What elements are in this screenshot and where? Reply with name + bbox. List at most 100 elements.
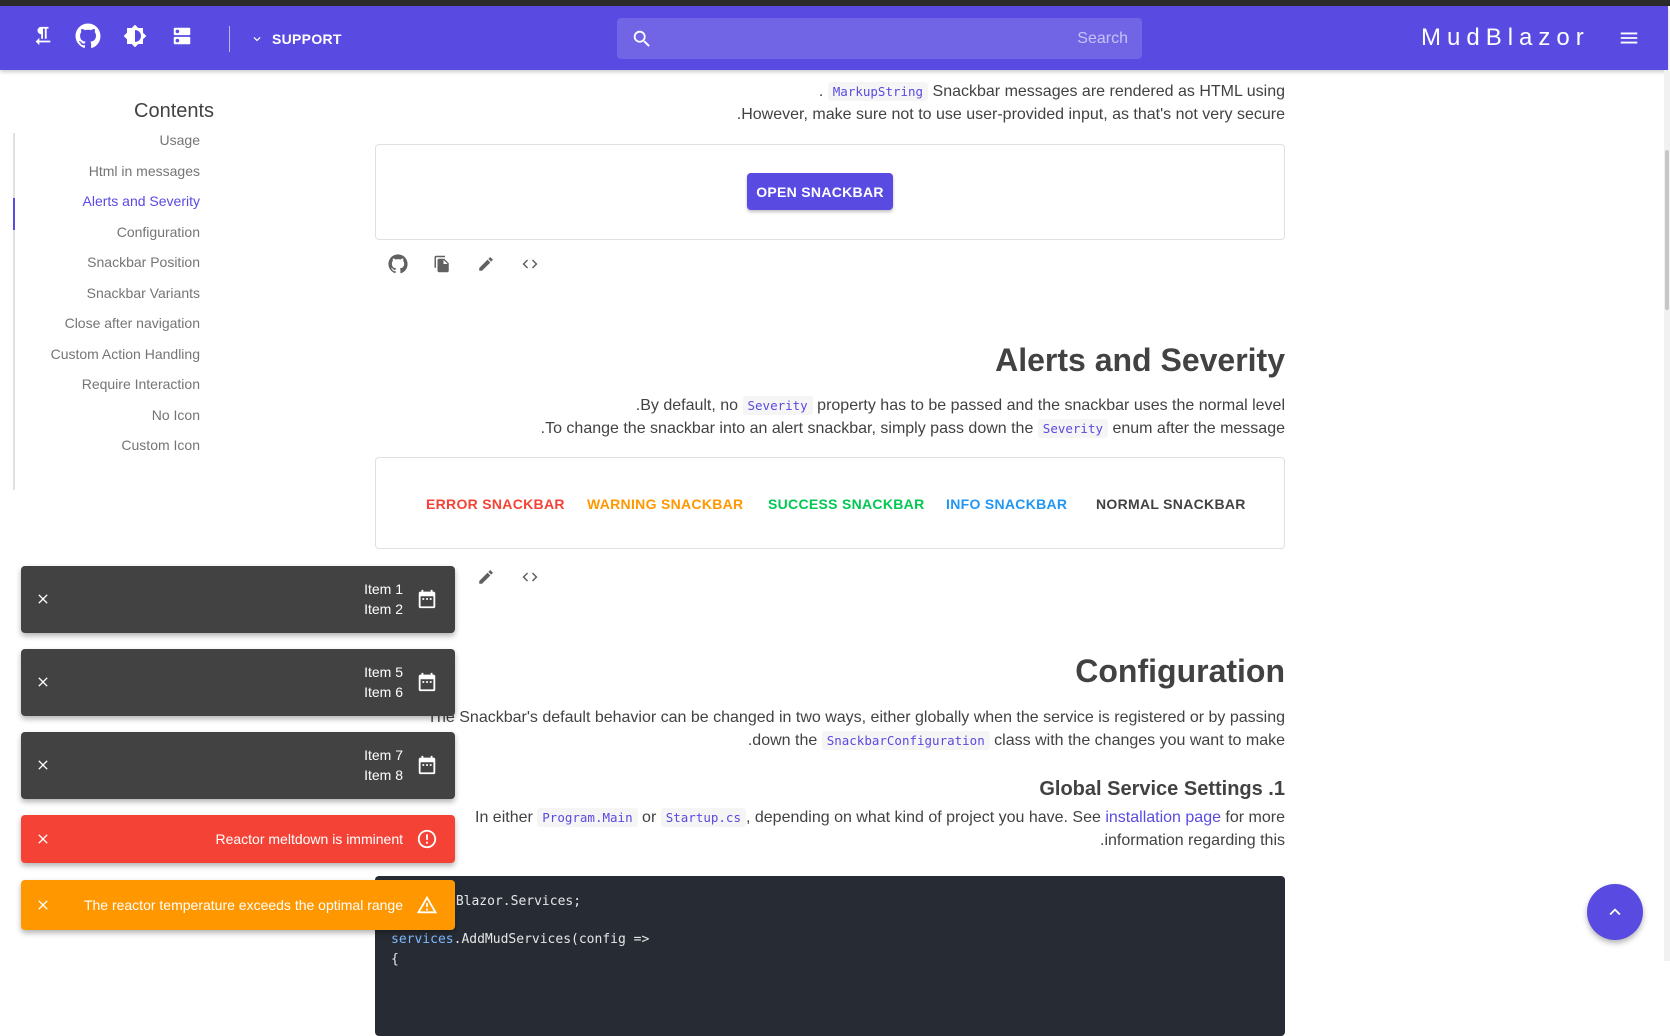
config-description-line4: .information regarding this — [1100, 832, 1285, 849]
installation-page-link[interactable]: installation page — [1105, 809, 1221, 826]
html-example-card: OPEN SNACKBAR — [375, 144, 1285, 240]
toc-item-snackbar-variants[interactable]: Snackbar Variants — [87, 285, 200, 301]
snackbar-line: Item 5 — [364, 664, 403, 680]
snackbar: Item 1 Item 2 — [21, 566, 455, 633]
html-description-line2: .However, make sure not to use user-prov… — [736, 106, 1285, 123]
github-button[interactable] — [70, 20, 106, 56]
toc-item-custom-action-handling[interactable]: Custom Action Handling — [51, 346, 200, 362]
text-direction-icon — [32, 25, 54, 52]
toc-title: Contents — [134, 100, 215, 122]
copy-icon — [434, 255, 449, 273]
text: property has to be passed and the snackb… — [812, 397, 1285, 414]
alerts-description-line1: .By default, no Severity property has to… — [636, 394, 1285, 418]
toc-item-html-in-messages[interactable]: Html in messages — [89, 163, 200, 179]
chevron-down-icon — [253, 37, 261, 42]
warning-icon — [415, 893, 439, 917]
support-menu-button[interactable]: SUPPORT — [250, 26, 342, 52]
code-token: services — [391, 932, 454, 947]
error-outline-icon — [415, 827, 439, 851]
show-code-button[interactable] — [512, 246, 548, 282]
brand-title[interactable]: MudBlazor — [1421, 24, 1590, 52]
theme-toggle-button[interactable] — [117, 20, 153, 56]
support-label: SUPPORT — [272, 31, 342, 47]
text: .To change the snackbar into an alert sn… — [540, 420, 1038, 437]
search-icon — [631, 28, 653, 55]
snackbar-close-button[interactable] — [31, 587, 55, 611]
code-markupstring: MarkupString — [827, 82, 929, 101]
text: enum after the message — [1108, 420, 1285, 437]
calendar-icon — [415, 753, 439, 777]
view-source-github-button[interactable] — [380, 246, 416, 282]
show-code-button[interactable] — [512, 559, 548, 595]
global-service-settings-title: Global Service Settings .1 — [1039, 778, 1285, 800]
toc-active-indicator — [13, 198, 15, 230]
snackbar-message: Item 7 Item 8 — [364, 745, 403, 785]
open-snackbar-button[interactable]: OPEN SNACKBAR — [747, 173, 893, 210]
snackbar-close-button[interactable] — [31, 753, 55, 777]
text: for more — [1220, 809, 1285, 826]
normal-snackbar-button[interactable]: NORMAL SNACKBAR — [1096, 496, 1246, 512]
code-severity: Severity — [742, 396, 813, 415]
alerts-description-line2: .To change the snackbar into an alert sn… — [541, 417, 1285, 441]
code-icon — [522, 572, 538, 582]
edit-code-button[interactable] — [468, 559, 504, 595]
snackbar-line: Item 1 — [364, 581, 403, 597]
toc-item-snackbar-position[interactable]: Snackbar Position — [87, 254, 200, 270]
toc-item-custom-icon[interactable]: Custom Icon — [121, 437, 200, 453]
snackbar-line: Item 8 — [364, 767, 403, 783]
brightness-icon — [123, 24, 147, 53]
search-input[interactable] — [688, 27, 1128, 51]
toc-item-no-icon[interactable]: No Icon — [152, 407, 200, 423]
code-example-block: dBlazor.Services; services.AddMudService… — [375, 876, 1285, 1036]
snackbar-close-button[interactable] — [31, 827, 55, 851]
toc-item-configuration[interactable]: Configuration — [117, 224, 200, 240]
toc-item-require-interaction[interactable]: Require Interaction — [82, 376, 200, 392]
toc-item-usage[interactable]: Usage — [160, 132, 200, 148]
snackbar-message: The reactor temperature exceeds the opti… — [83, 897, 403, 913]
snackbar-line: Item 6 — [364, 684, 403, 700]
html-description-line1: . MarkupString Snackbar messages are ren… — [819, 80, 1285, 104]
close-icon — [38, 834, 48, 844]
toc-track — [13, 133, 15, 490]
snackbar-message: Item 1 Item 2 — [364, 579, 403, 619]
rtl-toggle-button[interactable] — [25, 20, 61, 56]
edit-icon — [479, 570, 493, 584]
code-line: services.AddMudServices(config => — [391, 932, 649, 947]
text: Snackbar messages are rendered as HTML u… — [928, 83, 1285, 100]
warning-snackbar-button[interactable]: WARNING SNACKBAR — [587, 496, 743, 512]
close-icon — [38, 594, 48, 604]
error-snackbar-button[interactable]: ERROR SNACKBAR — [426, 496, 565, 512]
snackbar-line: Item 2 — [364, 601, 403, 617]
snackbar: Item 7 Item 8 — [21, 732, 455, 799]
app-bar: SUPPORT MudBlazor — [0, 6, 1668, 70]
scroll-to-top-button[interactable] — [1587, 884, 1643, 940]
code-snackbarconfiguration: SnackbarConfiguration — [821, 731, 990, 750]
info-snackbar-button[interactable]: INFO SNACKBAR — [946, 496, 1067, 512]
toc-item-alerts-and-severity[interactable]: Alerts and Severity — [83, 193, 201, 209]
edit-code-button[interactable] — [468, 246, 504, 282]
text: .By default, no — [635, 397, 743, 414]
menu-icon — [1620, 32, 1638, 44]
github-icon — [388, 254, 408, 274]
snackbar-close-button[interactable] — [31, 670, 55, 694]
search-box[interactable] — [617, 18, 1142, 59]
snackbar: Item 5 Item 6 — [21, 649, 455, 716]
code-line: { — [391, 952, 399, 967]
code-line: dBlazor.Services; — [448, 894, 582, 909]
code-icon — [522, 259, 538, 269]
snackbar-line: Item 7 — [364, 747, 403, 763]
config-description-line3: In either Program.Main or Startup.cs, de… — [475, 806, 1285, 830]
configuration-section-title: Configuration — [1075, 653, 1285, 689]
copy-code-button[interactable] — [424, 246, 460, 282]
layout-toggle-button[interactable] — [164, 20, 200, 56]
dns-icon — [171, 25, 193, 52]
text: , depending on what kind of project you … — [745, 809, 1106, 826]
code-program-main: Program.Main — [537, 808, 638, 827]
calendar-icon — [415, 670, 439, 694]
toc-item-close-after-navigation[interactable]: Close after navigation — [65, 315, 200, 331]
drawer-menu-button[interactable] — [1611, 20, 1647, 56]
text: .down the — [747, 732, 822, 749]
snackbar-close-button[interactable] — [31, 893, 55, 917]
success-snackbar-button[interactable]: SUCCESS SNACKBAR — [768, 496, 924, 512]
page-scrollbar-thumb[interactable] — [1665, 150, 1669, 310]
